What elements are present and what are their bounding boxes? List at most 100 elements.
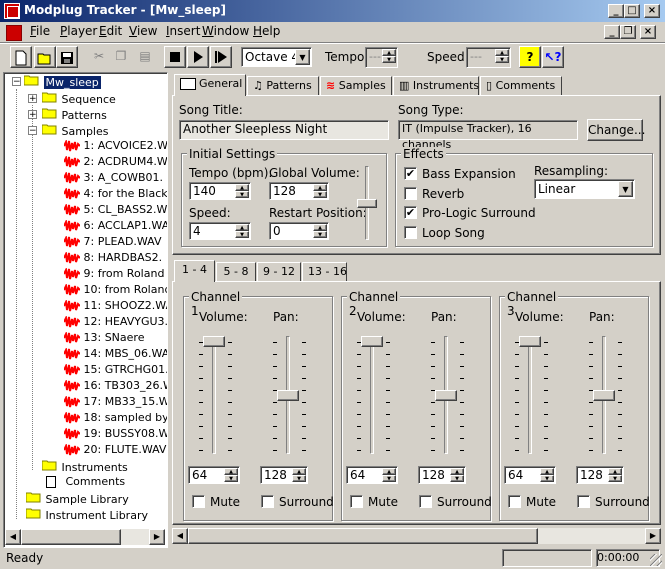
- volume-slider-thumb[interactable]: [361, 336, 383, 347]
- chevron-down-icon[interactable]: ▼: [295, 49, 310, 65]
- spin-down-icon[interactable]: ▼: [450, 475, 464, 482]
- spin-down-icon[interactable]: ▼: [382, 56, 396, 63]
- menu-help[interactable]: Help: [253, 24, 280, 38]
- spin-up-icon[interactable]: ▲: [235, 224, 249, 231]
- surround-checkbox[interactable]: [261, 495, 274, 508]
- tab-general[interactable]: General: [174, 74, 246, 96]
- tree-sample-item[interactable]: 10: from Roland: [64, 283, 167, 299]
- spin-up-icon[interactable]: ▲: [382, 468, 396, 475]
- collapse-icon[interactable]: −: [12, 77, 21, 87]
- play-icon[interactable]: [187, 46, 209, 68]
- pan-slider-thumb[interactable]: [435, 389, 457, 401]
- tempo-bpm-input[interactable]: 140 ▲ ▼: [189, 182, 251, 200]
- tab-channels-1-4[interactable]: 1 - 4: [174, 260, 215, 282]
- speed-spin[interactable]: --- ▲ ▼: [466, 47, 511, 68]
- tree-instrument-library[interactable]: Instrument Library: [26, 507, 148, 523]
- scroll-thumb[interactable]: [188, 528, 538, 544]
- tree-samples[interactable]: Samples: [42, 123, 108, 139]
- tree-sample-item[interactable]: 15: GTRCHG01.: [64, 363, 167, 379]
- spin-up-icon[interactable]: ▲: [224, 468, 238, 475]
- tab-samples[interactable]: ≋ Samples: [320, 76, 392, 96]
- change-button[interactable]: Change...: [587, 119, 645, 141]
- tree-sample-item[interactable]: 8: HARDBAS2.: [64, 251, 162, 267]
- speed-spin-arrows[interactable]: ▲ ▼: [495, 49, 509, 66]
- stop-icon[interactable]: [164, 46, 186, 68]
- tab-patterns[interactable]: ♫ Patterns: [247, 76, 319, 96]
- init-speed-input[interactable]: 4 ▲ ▼: [189, 222, 251, 240]
- volume-input[interactable]: 64 ▲ ▼: [346, 466, 398, 484]
- resize-grip-icon[interactable]: [650, 554, 662, 566]
- volume-input[interactable]: 64 ▲ ▼: [188, 466, 240, 484]
- tree-instruments[interactable]: Instruments: [42, 459, 128, 475]
- spin-down-icon[interactable]: ▼: [608, 475, 622, 482]
- octave-select[interactable]: Octave 4 ▼: [241, 47, 312, 67]
- tree-view[interactable]: − Mw_sleep + Sequence + Patterns − Sampl…: [3, 72, 168, 548]
- spin-up-icon[interactable]: ▲: [313, 224, 327, 231]
- mdi-minimize-button[interactable]: _: [604, 25, 620, 39]
- tree-sequence[interactable]: Sequence: [42, 91, 116, 107]
- help-icon[interactable]: ?: [519, 46, 541, 68]
- context-help-icon[interactable]: ↖?: [542, 46, 564, 68]
- pan-slider-thumb[interactable]: [277, 389, 299, 401]
- tree-sample-item[interactable]: 9: from Roland t: [64, 267, 167, 283]
- title-bar[interactable]: Modplug Tracker - [Mw_sleep] _ □ ×: [0, 0, 665, 22]
- spinner[interactable]: ▲ ▼: [313, 184, 327, 198]
- volume-slider-track[interactable]: [212, 336, 216, 454]
- pan-slider-thumb[interactable]: [593, 389, 615, 401]
- spin-down-icon[interactable]: ▼: [292, 475, 306, 482]
- tree-sample-item[interactable]: 17: MB33_15.W: [64, 395, 167, 411]
- tree-sample-item[interactable]: 19: BUSSY08.W: [64, 427, 167, 443]
- spin-up-icon[interactable]: ▲: [235, 184, 249, 191]
- spin-up-icon[interactable]: ▲: [450, 468, 464, 475]
- volume-slider-track[interactable]: [528, 336, 532, 454]
- menu-view[interactable]: View: [129, 24, 157, 38]
- tree-sample-item[interactable]: 2: ACDRUM4.W: [64, 155, 167, 171]
- volume-slider-track[interactable]: [370, 336, 374, 454]
- tab-comments[interactable]: ▯ Comments: [480, 76, 562, 96]
- mdi-close-button[interactable]: ×: [640, 25, 656, 39]
- prologic-checkbox[interactable]: ✔: [404, 206, 417, 219]
- reverb-checkbox[interactable]: [404, 187, 417, 200]
- tree-sample-item[interactable]: 13: SNaere: [64, 331, 144, 347]
- spinner[interactable]: ▲ ▼: [224, 468, 238, 482]
- spin-up-icon[interactable]: ▲: [495, 49, 509, 56]
- tree-sample-item[interactable]: 6: ACCLAP1.WA: [64, 219, 167, 235]
- tree-sample-item[interactable]: 14: MBS_06.WA: [64, 347, 167, 363]
- resampling-select[interactable]: Linear ▼: [534, 179, 635, 199]
- spin-down-icon[interactable]: ▼: [224, 475, 238, 482]
- pan-input[interactable]: 128 ▲ ▼: [260, 466, 308, 484]
- spinner[interactable]: ▲ ▼: [382, 468, 396, 482]
- expand-icon[interactable]: +: [28, 94, 37, 104]
- menu-edit[interactable]: Edit: [99, 24, 122, 38]
- menu-window[interactable]: Window: [202, 24, 249, 38]
- menu-file[interactable]: File: [30, 24, 50, 38]
- spinner[interactable]: ▲ ▼: [292, 468, 306, 482]
- scroll-right-icon[interactable]: ▶: [149, 529, 165, 545]
- volume-slider-thumb[interactable]: [203, 336, 225, 347]
- tree-comments[interactable]: Comments: [46, 475, 125, 491]
- copy-icon[interactable]: ❐: [110, 46, 132, 68]
- spinner[interactable]: ▲ ▼: [450, 468, 464, 482]
- scroll-left-icon[interactable]: ◀: [5, 529, 21, 545]
- pan-input[interactable]: 128 ▲ ▼: [576, 466, 624, 484]
- close-button[interactable]: ×: [644, 4, 660, 18]
- tree-sample-item[interactable]: 7: PLEAD.WAV: [64, 235, 162, 251]
- volume-slider-thumb[interactable]: [519, 336, 541, 347]
- mdi-restore-button[interactable]: ❐: [620, 25, 636, 39]
- collapse-icon[interactable]: −: [28, 126, 37, 136]
- chevron-down-icon[interactable]: ▼: [618, 181, 633, 197]
- spin-up-icon[interactable]: ▲: [292, 468, 306, 475]
- tab-channels-13-16[interactable]: 13 - 16: [302, 262, 347, 282]
- tree-sample-item[interactable]: 4: for the Black: [64, 187, 167, 203]
- expand-icon[interactable]: +: [28, 110, 37, 120]
- mute-checkbox[interactable]: [350, 495, 363, 508]
- scroll-right-icon[interactable]: ▶: [645, 528, 661, 544]
- cut-icon[interactable]: ✂: [88, 46, 110, 68]
- bass-expansion-checkbox[interactable]: ✔: [404, 167, 417, 180]
- tree-sample-item[interactable]: 16: TB303_26.W: [64, 379, 167, 395]
- spin-up-icon[interactable]: ▲: [540, 468, 554, 475]
- mute-checkbox[interactable]: [508, 495, 521, 508]
- tree-sample-item[interactable]: 20: FLUTE.WAV: [64, 443, 166, 459]
- channels-hscrollbar[interactable]: ◀ ▶: [172, 528, 661, 544]
- tree-sample-library[interactable]: Sample Library: [26, 491, 129, 507]
